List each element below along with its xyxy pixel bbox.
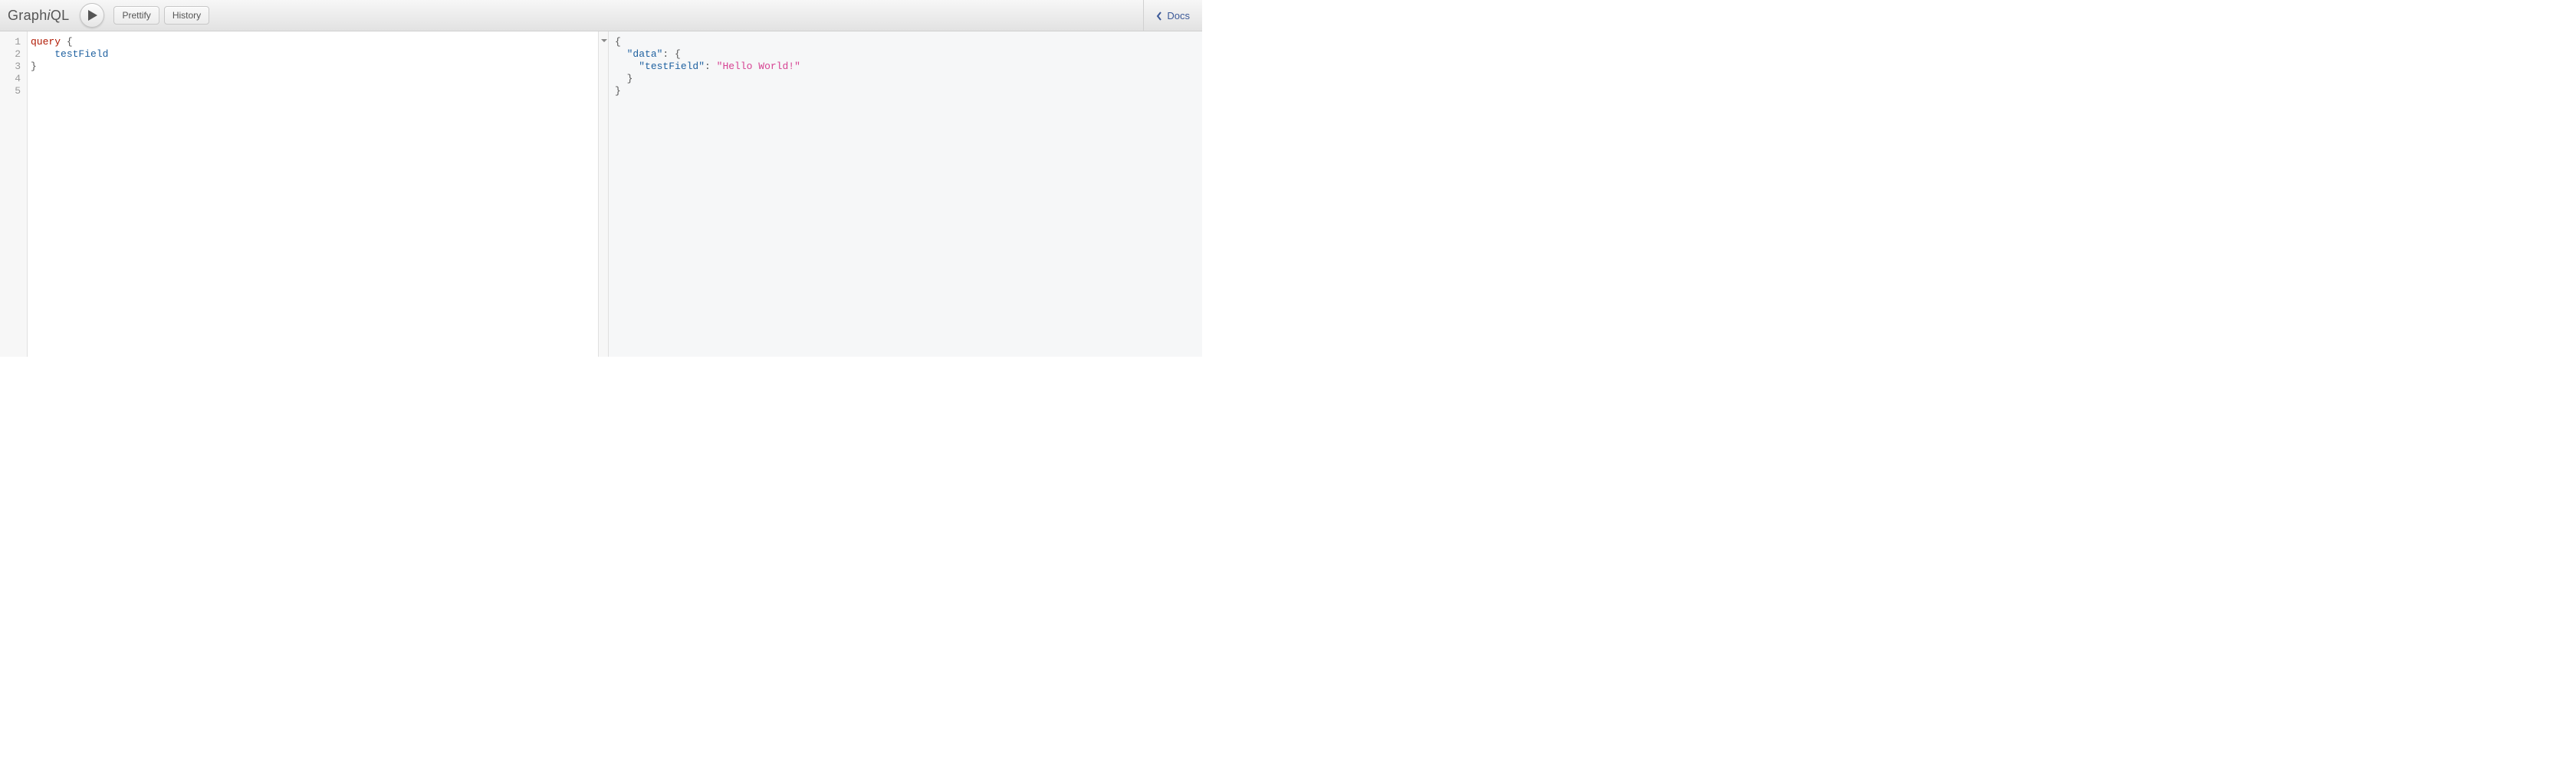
result-line: { — [615, 36, 1202, 48]
docs-toggle[interactable]: Docs — [1143, 0, 1202, 31]
gutter-line: 5 — [0, 85, 27, 97]
play-icon — [88, 10, 97, 21]
result-line: } — [615, 73, 1202, 85]
code-line: query { — [31, 36, 598, 48]
code-line — [31, 73, 598, 85]
editor-code[interactable]: query { testField} — [28, 31, 598, 357]
gutter-line: 3 — [0, 61, 27, 73]
code-line — [31, 85, 598, 97]
gutter-line: 1 — [0, 36, 27, 48]
gutter-line: 2 — [0, 48, 27, 61]
result-line: } — [615, 85, 1202, 97]
history-button[interactable]: History — [164, 6, 209, 25]
prettify-button[interactable]: Prettify — [113, 6, 159, 25]
result-viewer: { "data": { "testField": "Hello World!" … — [609, 31, 1202, 357]
docs-label: Docs — [1167, 10, 1190, 21]
query-editor[interactable]: 12345 query { testField} — [0, 31, 598, 357]
gutter-line: 4 — [0, 73, 27, 85]
chevron-down-icon — [601, 38, 607, 44]
app-title: GraphiQL — [6, 8, 74, 24]
result-line: "data": { — [615, 48, 1202, 61]
editor-gutter: 12345 — [0, 31, 28, 357]
code-line: } — [31, 61, 598, 73]
result-line: "testField": "Hello World!" — [615, 61, 1202, 73]
pane-splitter[interactable] — [598, 31, 609, 357]
code-line: testField — [31, 48, 598, 61]
main-area: 12345 query { testField} { "data": { "te… — [0, 31, 1202, 357]
chevron-left-icon — [1156, 12, 1162, 21]
execute-button[interactable] — [80, 3, 104, 28]
top-bar: GraphiQL Prettify History Docs — [0, 0, 1202, 31]
